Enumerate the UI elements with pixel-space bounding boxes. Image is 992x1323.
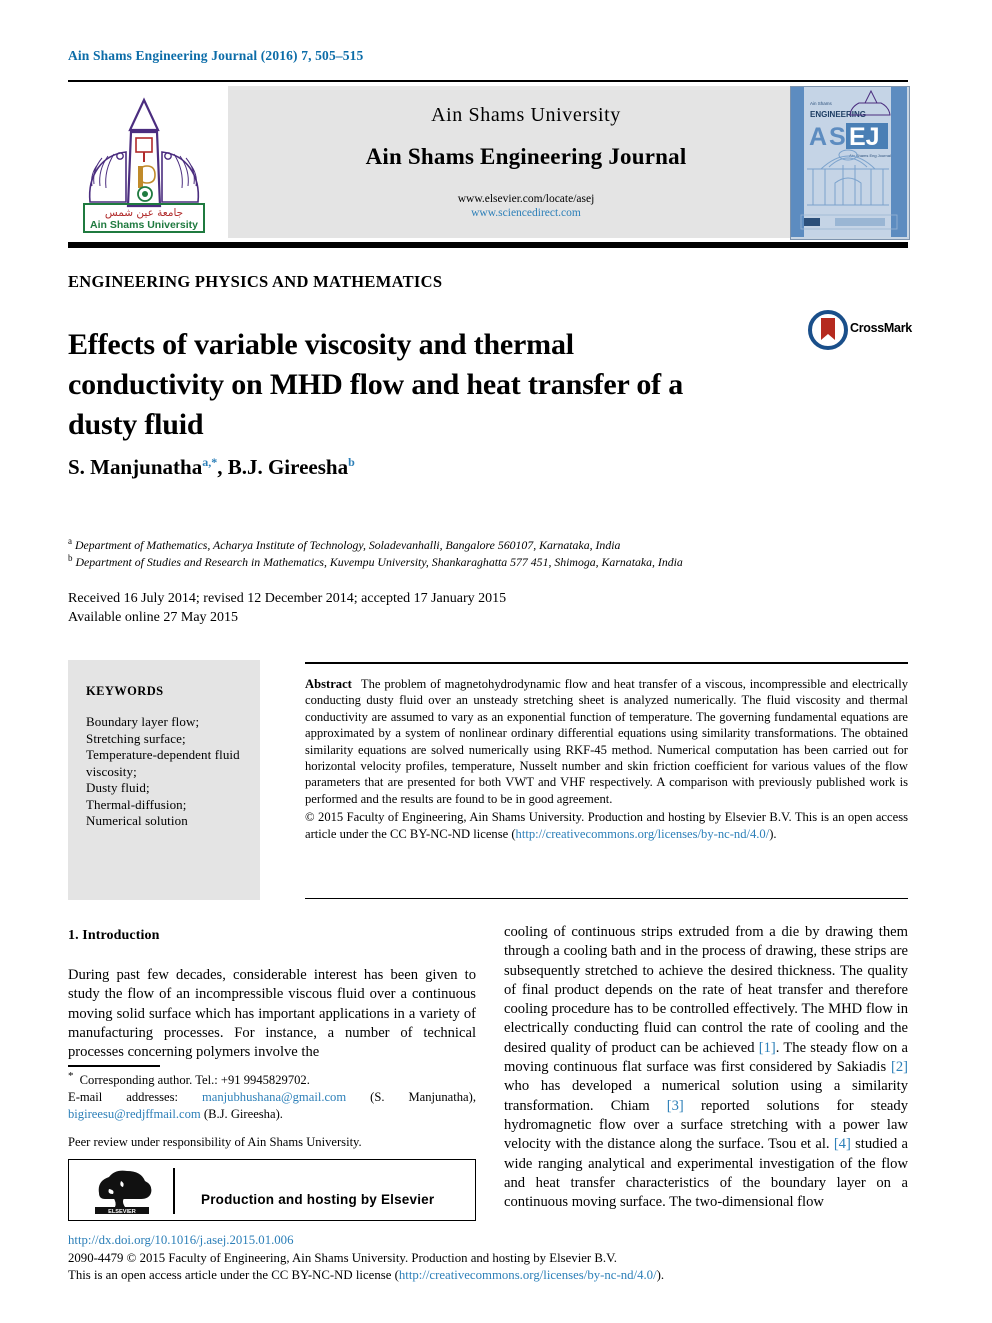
keyword-item: Stretching surface; [86,730,186,746]
keyword-item: Thermal-diffusion; [86,796,187,812]
crossmark-badge[interactable]: CrossMark [808,310,912,350]
doi-link[interactable]: http://dx.doi.org/10.1016/j.asej.2015.01… [68,1232,918,1250]
received-revised-accepted-line: Received 16 July 2014; revised 12 Decemb… [68,591,507,606]
author-1-affiliation-marker[interactable]: a,* [202,455,217,469]
introduction-paragraph-right: cooling of continuous strips extruded fr… [504,923,908,1212]
page-title: Effects of variable viscosity and therma… [68,328,684,442]
abstract-block: Abstract The problem of magnetohydrodynam… [305,676,908,842]
keyword-item: Dusty fluid; [86,780,150,795]
license-text-part1: This is an open access article under the… [68,1268,399,1282]
author-2-affiliation-marker[interactable]: b [348,455,355,469]
subject-section-label: ENGINEERING PHYSICS AND MATHEMATICS [68,272,443,291]
crossmark-label: CrossMark [850,321,912,335]
journal-cover-thumbnail: Ain Shams ENGINEERING A S EJ Ain Shams E… [790,86,910,240]
footnote-block: * Corresponding author. Tel.: +91 994582… [68,1068,476,1151]
sciencedirect-url[interactable]: www.sciencedirect.com [228,206,824,220]
elsevier-production-box: ELSEVIER Production and hosting by Elsev… [68,1159,476,1221]
publisher-university-name: Ain Shams University [431,104,621,126]
affiliation-b: b Department of Studies and Research in … [68,550,918,571]
email-addresses-note: E-mail addresses: manjubhushana@gmail.co… [68,1089,476,1123]
license-line: This is an open access article under the… [68,1267,918,1285]
keywords-heading: KEYWORDS [86,684,164,698]
body-column-right: cooling of continuous strips extruded fr… [504,923,908,1212]
masthead-top-rule [68,80,908,82]
svg-text:S: S [829,123,846,151]
keyword-item: Boundary layer flow; [86,714,200,729]
corresponding-author-note: * Corresponding author. Tel.: +91 994582… [68,1068,476,1089]
corresponding-author-marker: * [68,1070,74,1082]
elsevier-url[interactable]: www.elsevier.com/locate/asej [228,192,824,206]
corresponding-author-text: Corresponding author. Tel.: +91 99458297… [76,1073,310,1088]
abstract-bottom-rule [305,898,908,899]
author-separator: , [217,455,228,479]
keyword-item: Numerical solution [86,813,188,828]
issn-copyright-line: 2090-4479 © 2015 Faculty of Engineering,… [68,1250,617,1265]
abstract-copyright: © 2015 Faculty of Engineering, Ain Shams… [305,809,908,842]
introduction-heading: 1. Introduction [68,928,160,943]
elsevier-box-divider [173,1168,175,1214]
keywords-panel: KEYWORDS Boundary layer flow; Stretching… [68,660,260,900]
affiliation-b-text: Department of Studies and Research in Ma… [75,554,683,569]
abstract-heading: Abstract [305,677,352,691]
introduction-paragraph-left: During past few decades, considerable in… [68,967,476,1061]
peer-review-note: Peer review under responsibility of Ain … [68,1135,362,1150]
email-link-1[interactable]: manjubhushana@gmail.com [202,1090,346,1104]
svg-text:جامعة عين شمس: جامعة عين شمس [105,207,183,219]
running-head: Ain Shams Engineering Journal (2016) 7, … [68,48,364,63]
abstract-text: The problem of magnetohydrodynamic flow … [305,677,908,806]
email-addresses-label: E-mail addresses: [68,1090,179,1105]
university-emblem-icon: جامعة عين شمس Ain Shams University [83,97,205,233]
journal-masthead: جامعة عين شمس Ain Shams University Ain S… [68,86,910,240]
article-first-page: Ain Shams Engineering Journal (2016) 7, … [0,0,992,1323]
footnote-separator-rule [68,1065,160,1067]
citation-ref-3[interactable]: [3] [667,1098,684,1114]
svg-text:Ain Shams: Ain Shams [810,101,833,106]
ain-shams-university-logo: جامعة عين شمس Ain Shams University [68,86,220,238]
citation-ref-2[interactable]: [2] [891,1059,908,1075]
abstract-top-rule [305,662,908,664]
citation-ref-1[interactable]: [1] [759,1040,776,1056]
author-name-2: B.J. Gireesha [227,455,349,479]
production-hosting-text: Production and hosting by Elsevier [201,1192,435,1207]
copyright-text-part2: ). [769,826,777,841]
available-online-line: Available online 27 May 2015 [68,610,239,625]
elsevier-wordmark: ELSEVIER [108,1209,136,1215]
author-name-1: S. Manjunatha [68,455,203,479]
email-owner-2: (B.J. Gireesha). [203,1107,283,1122]
journal-cover-art-icon: Ain Shams ENGINEERING A S EJ Ain Shams E… [791,87,907,237]
masthead-center-panel: Ain Shams University Ain Shams Engineeri… [228,86,824,238]
article-history: Received 16 July 2014; revised 12 Decemb… [68,589,506,627]
keyword-item: Temperature-dependent fluid viscosity; [86,747,240,779]
footer-cc-license-link[interactable]: http://creativecommons.org/licenses/by-n… [399,1268,657,1282]
journal-urls: www.elsevier.com/locate/asej www.science… [228,192,824,220]
svg-text:A: A [809,123,827,151]
intro-text-1: cooling of continuous strips extruded fr… [504,924,908,1056]
body-column-left: 1. Introduction During past few decades,… [68,928,476,1062]
license-text-part2: ). [656,1268,665,1282]
email-link-2[interactable]: bigireesu@redjffmail.com [68,1107,201,1121]
keywords-list: Boundary layer flow; Stretching surface;… [86,714,244,830]
svg-text:Ain Shams University: Ain Shams University [90,219,198,231]
citation-ref-4[interactable]: [4] [834,1136,851,1152]
footer-copyright-block: http://dx.doi.org/10.1016/j.asej.2015.01… [68,1232,918,1285]
svg-text:EJ: EJ [849,123,880,151]
masthead-bottom-rule [68,242,908,248]
affiliation-b-marker: b [68,553,73,563]
affiliation-a-marker: a [68,536,72,546]
journal-name: Ain Shams Engineering Journal [365,144,687,169]
author-list: S. Manjunathaa,*, B.J. Gireeshab [68,455,355,480]
email-owner-1: (S. Manjunatha), [370,1090,476,1105]
elsevier-tree-icon: ELSEVIER [95,1170,152,1215]
cc-license-link[interactable]: http://creativecommons.org/licenses/by-n… [516,827,770,841]
crossmark-icon [808,310,848,350]
